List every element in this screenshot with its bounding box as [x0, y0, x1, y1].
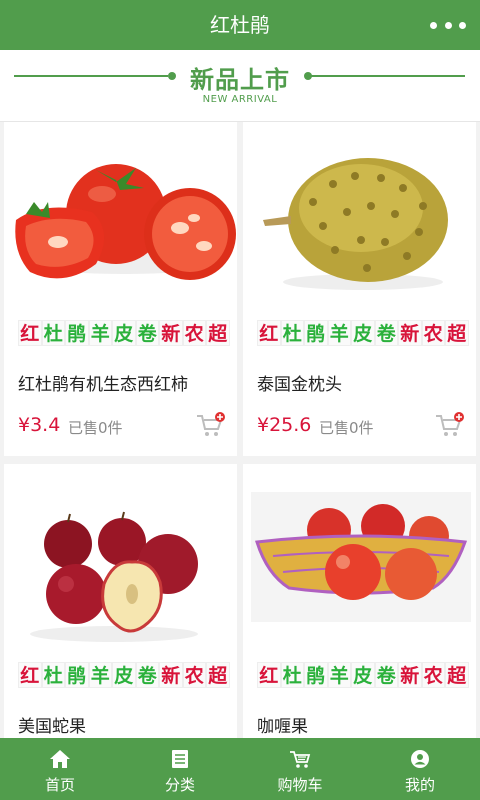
product-image-red-apples: [30, 511, 198, 642]
tab-home[interactable]: 首页: [0, 738, 120, 800]
tab-label: 首页: [44, 776, 75, 794]
cart-icon: [290, 751, 311, 768]
section-subtitle: NEW ARRIVAL: [202, 94, 278, 105]
add-to-cart-icon[interactable]: [434, 412, 464, 438]
product-card[interactable]: 红杜鹃羊皮卷新农超 泰国金枕头 ¥25.6 已售0件: [243, 122, 476, 456]
new-arrival-header: 新品上市 NEW ARRIVAL: [0, 50, 480, 122]
brand-slogan-banner: 红杜鹃羊皮卷新农超: [257, 320, 469, 346]
brand-slogan-banner: 红杜鹃羊皮卷新农超: [18, 662, 230, 688]
product-card[interactable]: 红杜鹃羊皮卷新农超 咖喱果: [243, 464, 476, 738]
product-price: ¥25.6: [257, 414, 312, 436]
product-name[interactable]: 美国蛇果: [18, 712, 86, 737]
bottom-tab-bar: 首页 分类 购物车 我的: [0, 738, 480, 800]
product-name[interactable]: 咖喱果: [257, 712, 308, 737]
product-image-durian: [263, 158, 448, 290]
app-title: 红杜鹃: [210, 13, 270, 37]
top-bar: 红杜鹃: [0, 0, 480, 50]
add-to-cart-icon[interactable]: [195, 412, 225, 438]
tab-cart[interactable]: 购物车: [240, 738, 360, 800]
tab-label: 分类: [164, 776, 195, 794]
product-image-apple-basket: [251, 492, 471, 622]
brand-slogan-banner: 红杜鹃羊皮卷新农超: [18, 320, 230, 346]
tab-mine[interactable]: 我的: [360, 738, 480, 800]
tab-category[interactable]: 分类: [120, 738, 240, 800]
sold-count: 已售0件: [68, 419, 123, 437]
product-image-tomato: [15, 164, 236, 280]
product-name[interactable]: 泰国金枕头: [257, 370, 342, 395]
section-title: 新品上市: [190, 66, 290, 94]
product-card[interactable]: 红杜鹃羊皮卷新农超 美国蛇果: [4, 464, 237, 738]
list-icon: [172, 750, 188, 768]
home-icon: [50, 750, 70, 768]
tab-label: 购物车: [277, 776, 323, 794]
product-grid: 红杜鹃羊皮卷新农超 红杜鹃有机生态西红柿 ¥3.4 已售0件 红杜鹃羊皮卷新农超: [0, 122, 480, 738]
product-price: ¥3.4: [18, 414, 61, 436]
divider-line: [311, 75, 465, 77]
product-card[interactable]: 红杜鹃羊皮卷新农超 红杜鹃有机生态西红柿 ¥3.4 已售0件: [4, 122, 237, 456]
product-name[interactable]: 红杜鹃有机生态西红柿: [18, 370, 188, 395]
brand-slogan-banner: 红杜鹃羊皮卷新农超: [257, 662, 469, 688]
user-icon: [411, 750, 429, 768]
tab-label: 我的: [404, 776, 435, 794]
more-dots-icon[interactable]: [430, 12, 466, 38]
sold-count: 已售0件: [319, 419, 374, 437]
